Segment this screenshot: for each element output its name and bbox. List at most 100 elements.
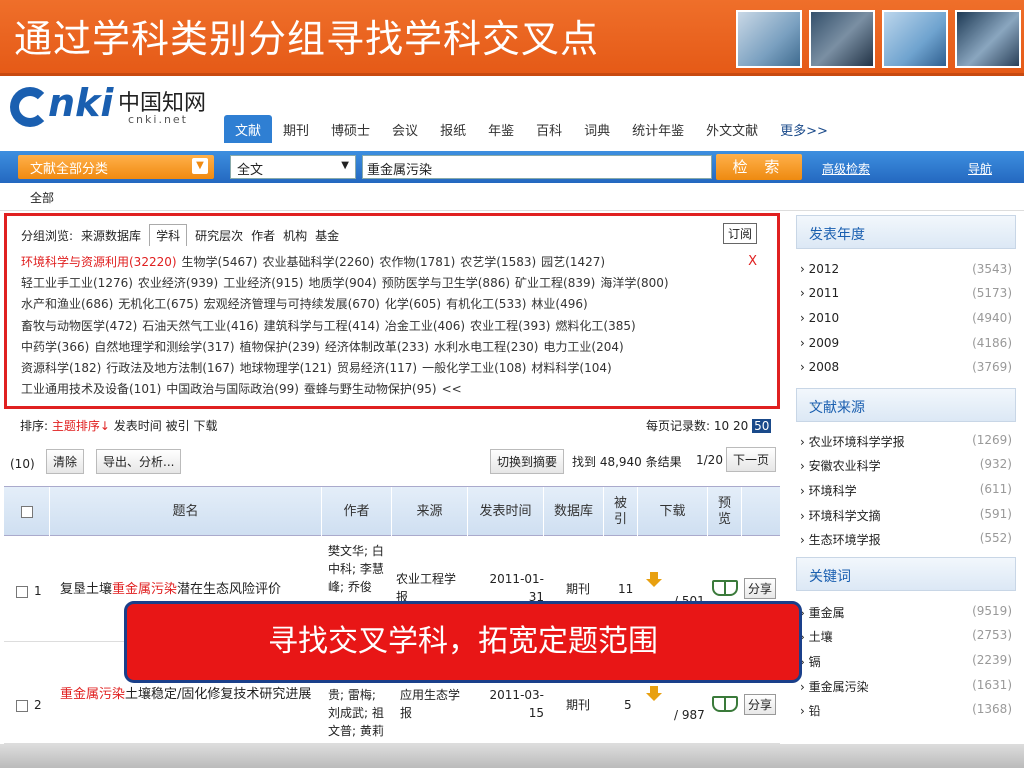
subject-group-item[interactable]: 宏观经济管理与可持续发展(670) [204, 297, 380, 311]
download-icon[interactable] [646, 572, 662, 588]
subject-group-item[interactable]: 矿业工程(839) [515, 276, 595, 290]
subject-group-item[interactable]: 生物学(5467) [182, 255, 258, 269]
facet-source-header[interactable]: 文献来源 ⌄ [796, 388, 1016, 422]
subject-group-item[interactable]: 工业通用技术及设备(101) [21, 382, 161, 396]
search-input[interactable]: 重金属污染 [362, 155, 712, 179]
clear-button[interactable]: 清除 [46, 449, 85, 474]
subject-group-item[interactable]: 工业经济(915) [223, 276, 303, 290]
subject-group-item[interactable]: 植物保护(239) [240, 340, 320, 354]
row-authors[interactable]: 樊文华; 白中科; 李慧峰; 乔俊 [328, 542, 390, 596]
subject-group-item[interactable]: 地质学(904) [308, 276, 376, 290]
sort-date[interactable]: 发表时间 [114, 419, 162, 433]
tab-baozhi[interactable]: 报纸 [429, 115, 477, 143]
subject-group-item[interactable]: 行政法及地方法制(167) [106, 361, 234, 375]
col-source[interactable]: 来源 [392, 487, 468, 537]
facet-item[interactable]: › 重金属 (9519) [796, 600, 1016, 624]
facet-item[interactable]: › 2012 (3543) [796, 258, 1016, 282]
row-authors[interactable]: 贵; 雷梅; 刘成武; 祖文普; 黄莉 [328, 686, 390, 740]
subject-group-item[interactable]: 自然地理学和测绘学(317) [94, 340, 234, 354]
subject-group-item[interactable]: 海洋学(800) [600, 276, 668, 290]
subject-group-item[interactable]: 贸易经济(117) [337, 361, 417, 375]
subject-group-item[interactable]: 中药学(366) [21, 340, 89, 354]
subject-group-item[interactable]: 中国政治与国际政治(99) [166, 382, 299, 396]
facet-item[interactable]: › 安徽农业科学 (932) [796, 453, 1016, 477]
col-date[interactable]: 发表时间 [468, 487, 544, 537]
subject-group-item[interactable]: 轻工业手工业(1276) [21, 276, 133, 290]
per-page-20[interactable]: 20 [733, 419, 748, 433]
col-download[interactable]: 下载 [638, 487, 708, 537]
col-preview[interactable]: 预览 [708, 487, 742, 537]
col-database[interactable]: 数据库 [544, 487, 604, 537]
group-opt-institution[interactable]: 机构 [283, 227, 307, 244]
subject-group-item[interactable]: 无机化工(675) [118, 297, 198, 311]
row-title-link[interactable]: 复垦土壤重金属污染潜在生态风险评价 [60, 581, 316, 599]
tab-wenxian[interactable]: 文献 [224, 115, 273, 143]
group-opt-level[interactable]: 研究层次 [195, 227, 243, 244]
subject-group-item[interactable]: 建筑科学与工程(414) [264, 319, 380, 333]
close-icon[interactable]: X [748, 254, 757, 269]
select-all-checkbox[interactable] [4, 487, 50, 537]
sort-topic[interactable]: 主题排序↓ [52, 419, 110, 433]
facet-item[interactable]: › 镉 (2239) [796, 649, 1016, 673]
tab-huiyi[interactable]: 会议 [381, 115, 429, 143]
share-button[interactable]: 分享 [744, 578, 777, 599]
row-cited[interactable]: 11 [618, 580, 633, 598]
subject-group-item[interactable]: 园艺(1427) [541, 255, 605, 269]
facet-item[interactable]: › 生态环境学报 (552) [796, 527, 1016, 551]
all-label[interactable]: 全部 [30, 189, 54, 206]
subject-group-item[interactable]: 资源科学(182) [21, 361, 101, 375]
subject-group-item[interactable]: 农作物(1781) [379, 255, 455, 269]
subject-group-item[interactable]: 一般化学工业(108) [422, 361, 526, 375]
subject-group-item[interactable]: 电力工业(204) [543, 340, 623, 354]
row-cited[interactable]: 5 [624, 696, 632, 714]
facet-item[interactable]: › 铅 (1368) [796, 698, 1016, 722]
subject-group-item[interactable]: 材料科学(104) [531, 361, 611, 375]
share-button[interactable]: 分享 [744, 694, 777, 715]
export-analyze-button[interactable]: 导出、分析... [96, 449, 182, 474]
facet-item[interactable]: › 环境科学 (611) [796, 478, 1016, 502]
facet-item[interactable]: › 农业环境科学学报 (1269) [796, 429, 1016, 453]
subject-group-item[interactable]: 蚕蜂与野生动物保护(95) [304, 382, 437, 396]
group-opt-fund[interactable]: 基金 [315, 227, 339, 244]
row-checkbox[interactable] [16, 586, 28, 598]
facet-year-header[interactable]: 发表年度 ⌄ [796, 215, 1016, 249]
next-page-button[interactable]: 下一页 [726, 447, 777, 472]
subject-group-item[interactable]: 林业(496) [531, 297, 587, 311]
collapse-link[interactable]: << [442, 382, 462, 396]
row-checkbox[interactable] [16, 700, 28, 712]
subject-group-item[interactable]: 水利水电工程(230) [434, 340, 538, 354]
row-source[interactable]: 应用生态学报 [400, 686, 466, 722]
scope-select[interactable]: 全文 ▼ [230, 155, 356, 179]
tab-waiwen[interactable]: 外文文献 [695, 115, 769, 143]
group-opt-author[interactable]: 作者 [251, 227, 275, 244]
subject-group-item[interactable]: 化学(605) [385, 297, 441, 311]
facet-item[interactable]: › 土壤 (2753) [796, 624, 1016, 648]
advanced-search-link[interactable]: 高级检索 [822, 160, 870, 177]
subject-group-item[interactable]: 畜牧与动物医学(472) [21, 319, 137, 333]
subject-group-item[interactable]: 有机化工(533) [446, 297, 526, 311]
tab-qikan[interactable]: 期刊 [272, 115, 320, 143]
tab-cidian[interactable]: 词典 [573, 115, 621, 143]
tab-tongji[interactable]: 统计年鉴 [621, 115, 695, 143]
download-icon[interactable] [646, 686, 662, 702]
navigation-link[interactable]: 导航 [968, 160, 992, 177]
row-title-link[interactable]: 重金属污染土壤稳定/固化修复技术研究进展 [60, 686, 316, 704]
per-page-10[interactable]: 10 [714, 419, 729, 433]
group-opt-source-db[interactable]: 来源数据库 [81, 227, 141, 244]
facet-item[interactable]: › 重金属污染 (1631) [796, 674, 1016, 698]
subject-group-item[interactable]: 农业经济(939) [138, 276, 218, 290]
group-opt-subject[interactable]: 学科 [149, 224, 188, 246]
sort-cited[interactable]: 被引 [166, 419, 190, 433]
tab-nianjian[interactable]: 年鉴 [477, 115, 525, 143]
subject-group-item[interactable]: 农艺学(1583) [460, 255, 536, 269]
tab-more[interactable]: 更多>> [769, 115, 839, 143]
subject-group-item[interactable]: 水产和渔业(686) [21, 297, 113, 311]
preview-book-icon[interactable] [712, 580, 738, 596]
subject-group-item[interactable]: 预防医学与卫生学(886) [382, 276, 510, 290]
category-dropdown[interactable]: 文献全部分类 ▼ [18, 155, 214, 179]
subscribe-button[interactable]: 订阅 [722, 223, 757, 244]
facet-item[interactable]: › 2009 (4186) [796, 332, 1016, 356]
col-title[interactable]: 题名 [50, 487, 322, 537]
col-cited[interactable]: 被引 [604, 487, 638, 537]
facet-item[interactable]: › 环境科学文摘 (591) [796, 503, 1016, 527]
